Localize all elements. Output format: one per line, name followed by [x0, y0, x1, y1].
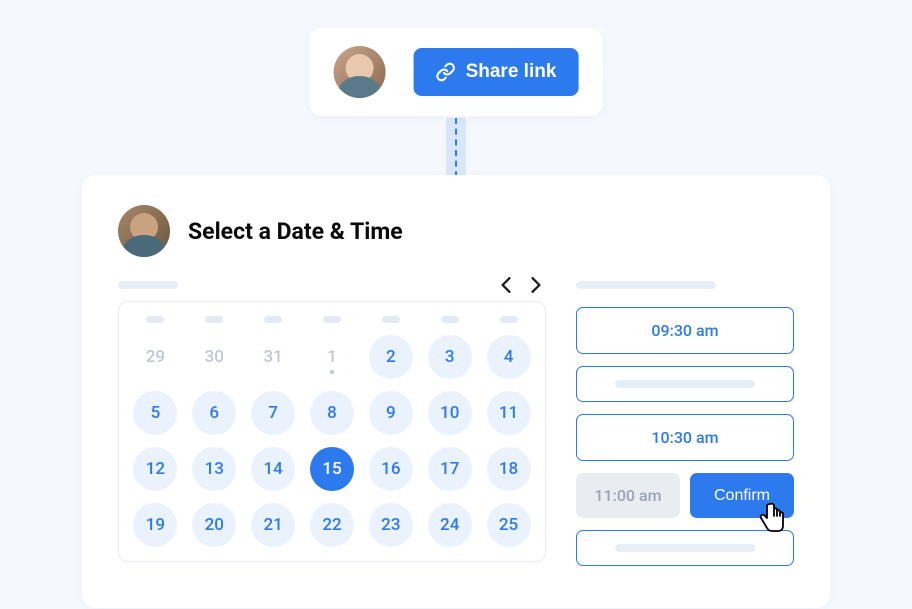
calendar-day[interactable]: 2 [369, 335, 413, 379]
calendar-day[interactable]: 23 [369, 503, 413, 547]
host-avatar [118, 205, 170, 257]
weekday-placeholder [382, 316, 400, 323]
time-slot[interactable]: 09:30 am [576, 307, 794, 354]
calendar-day: 29 [133, 335, 177, 379]
weekday-placeholder [323, 316, 341, 323]
nav-arrows [500, 277, 542, 293]
calendar-day[interactable]: 18 [487, 447, 531, 491]
user-avatar [334, 46, 386, 98]
calendar-day[interactable]: 7 [251, 391, 295, 435]
time-slot-placeholder[interactable] [576, 530, 794, 566]
calendar-day[interactable]: 10 [428, 391, 472, 435]
calendar-weekday-header [129, 316, 535, 323]
calendar-day[interactable]: 17 [428, 447, 472, 491]
placeholder-bar [615, 544, 755, 552]
calendar-day[interactable]: 21 [251, 503, 295, 547]
calendar-day[interactable]: 25 [487, 503, 531, 547]
share-link-button[interactable]: Share link [414, 48, 579, 96]
calendar-section: 2930311234567891011121314151617181920212… [118, 277, 546, 578]
calendar-day[interactable]: 5 [133, 391, 177, 435]
date-label-placeholder [576, 281, 716, 289]
calendar-day[interactable]: 9 [369, 391, 413, 435]
calendar-day[interactable]: 16 [369, 447, 413, 491]
calendar-day[interactable]: 19 [133, 503, 177, 547]
selected-time[interactable]: 11:00 am [576, 473, 680, 518]
calendar-day[interactable]: 15 [310, 447, 354, 491]
weekday-placeholder [146, 316, 164, 323]
calendar-day[interactable]: 12 [133, 447, 177, 491]
share-link-label: Share link [466, 61, 557, 83]
calendar-day[interactable]: 3 [428, 335, 472, 379]
link-icon [436, 62, 456, 82]
calendar-day: 1 [310, 335, 354, 379]
calendar-day: 31 [251, 335, 295, 379]
calendar-day[interactable]: 20 [192, 503, 236, 547]
month-label-placeholder [118, 281, 178, 289]
weekday-placeholder [264, 316, 282, 323]
weekday-placeholder [205, 316, 223, 323]
scheduler-header: Select a Date & Time [118, 205, 794, 257]
calendar-day[interactable]: 4 [487, 335, 531, 379]
calendar-day[interactable]: 13 [192, 447, 236, 491]
weekday-placeholder [500, 316, 518, 323]
time-slot[interactable]: 10:30 am [576, 414, 794, 461]
confirm-row: 11:00 am Confirm [576, 473, 794, 518]
calendar-nav [118, 277, 546, 293]
calendar-day[interactable]: 6 [192, 391, 236, 435]
calendar-day[interactable]: 11 [487, 391, 531, 435]
confirm-button[interactable]: Confirm [690, 473, 794, 518]
time-slot-placeholder[interactable] [576, 366, 794, 402]
calendar-grid: 2930311234567891011121314151617181920212… [129, 335, 535, 547]
calendar: 2930311234567891011121314151617181920212… [118, 301, 546, 562]
next-month-button[interactable] [530, 277, 542, 293]
calendar-day[interactable]: 24 [428, 503, 472, 547]
scheduler-card: Select a Date & Time [82, 175, 830, 608]
weekday-placeholder [441, 316, 459, 323]
page-title: Select a Date & Time [188, 218, 403, 245]
calendar-day: 30 [192, 335, 236, 379]
scheduler-body: 2930311234567891011121314151617181920212… [118, 277, 794, 578]
calendar-day[interactable]: 14 [251, 447, 295, 491]
time-section: 09:30 am 10:30 am 11:00 am Confirm [576, 277, 794, 578]
calendar-day[interactable]: 8 [310, 391, 354, 435]
placeholder-bar [615, 380, 755, 388]
share-link-card: Share link [310, 28, 603, 116]
prev-month-button[interactable] [500, 277, 512, 293]
calendar-day[interactable]: 22 [310, 503, 354, 547]
